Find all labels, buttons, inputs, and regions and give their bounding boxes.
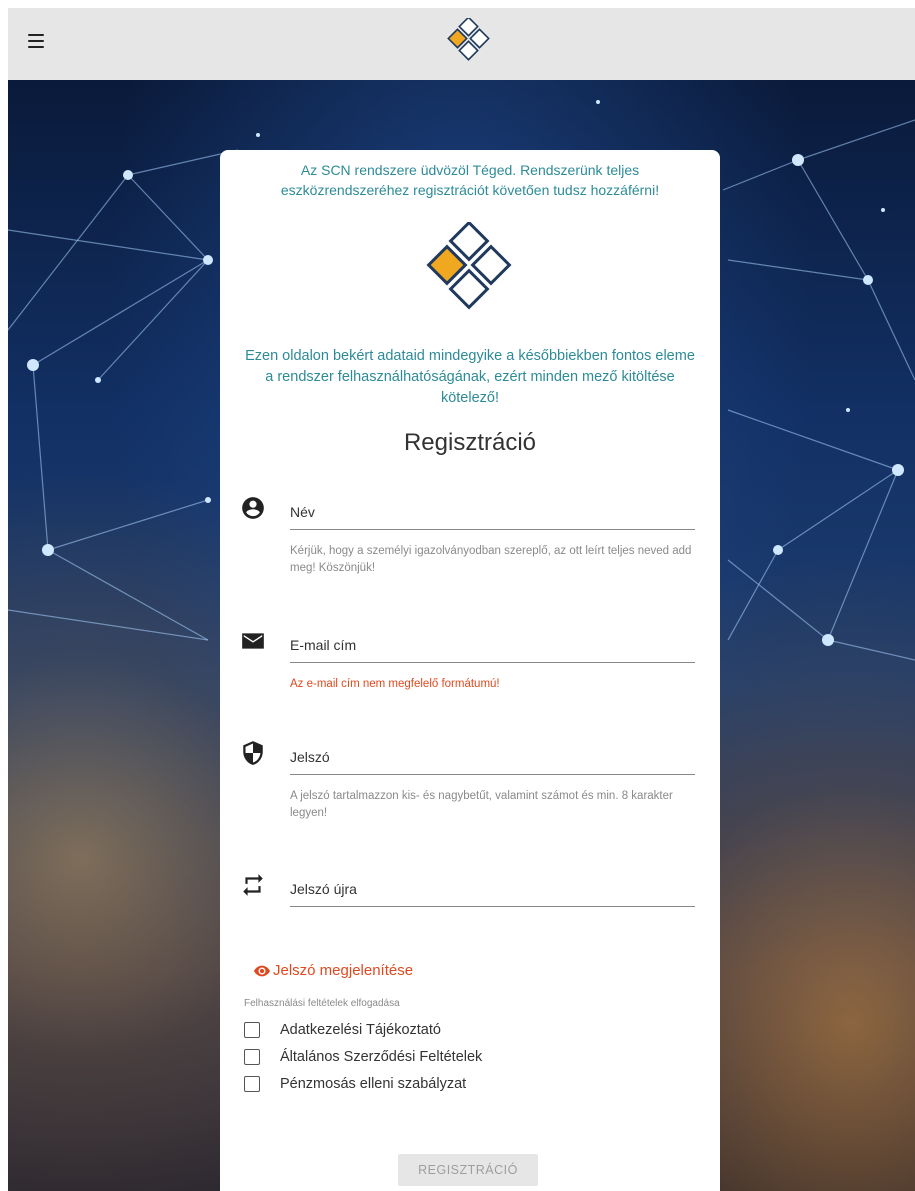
hamburger-icon[interactable] [28, 34, 44, 48]
show-password-toggle[interactable]: Jelszó megjelenítése [254, 962, 413, 979]
welcome-text: Az SCN rendszere üdvözöl Téged. Rendszer… [280, 162, 660, 198]
header-logo[interactable] [440, 16, 498, 75]
name-input[interactable] [290, 495, 695, 530]
password-repeat-field-group [240, 872, 700, 912]
scn-diamond-logo-icon [447, 16, 490, 61]
show-password-label: Jelszó megjelenítése [273, 962, 414, 979]
checkbox[interactable] [244, 1076, 260, 1092]
terms-item-general-terms[interactable]: Általános Szerződési Feltételek [244, 1049, 482, 1065]
password-input[interactable] [290, 740, 695, 775]
terms-heading: Felhasználási feltételek elfogadása [244, 998, 400, 1009]
checkbox[interactable] [244, 1022, 260, 1038]
repeat-icon [243, 874, 263, 896]
page: Az SCN rendszere üdvözöl Téged. Rendszer… [8, 8, 915, 1191]
page-title: Regisztráció [403, 429, 537, 456]
email-input[interactable] [290, 628, 695, 663]
name-field-group: Kérjük, hogy a személyi igazolványodban … [240, 495, 700, 595]
checkbox[interactable] [244, 1049, 260, 1065]
mail-icon [242, 633, 264, 649]
terms-item-label: Adatkezelési Tájékoztató [280, 1022, 441, 1038]
terms-item-label: Pénzmosás elleni szabályzat [280, 1076, 467, 1092]
eye-icon [254, 965, 270, 976]
register-button[interactable]: REGISZTRÁCIÓ [398, 1154, 538, 1186]
terms-item-label: Általános Szerződési Feltételek [280, 1049, 483, 1065]
shield-icon [243, 741, 263, 765]
top-bar [8, 8, 915, 80]
terms-item-privacy[interactable]: Adatkezelési Tájékoztató [244, 1022, 441, 1038]
email-field-group: Az e-mail cím nem megfelelő formátumú! [240, 628, 700, 698]
terms-item-aml-policy[interactable]: Pénzmosás elleni szabályzat [244, 1076, 466, 1092]
name-hint: Kérjük, hogy a személyi igazolványodban … [290, 545, 692, 574]
email-error: Az e-mail cím nem megfelelő formátumú! [290, 678, 500, 690]
password-repeat-input[interactable] [290, 872, 695, 907]
account-circle-icon [242, 497, 264, 519]
password-hint: A jelszó tartalmazzon kis- és nagybetűt,… [290, 790, 673, 819]
scn-diamond-logo-icon [426, 220, 512, 310]
info-text: Ezen oldalon bekért adataid mindegyike a… [245, 348, 695, 406]
card-logo [414, 220, 526, 327]
password-field-group: A jelszó tartalmazzon kis- és nagybetűt,… [240, 740, 700, 840]
registration-card: Az SCN rendszere üdvözöl Téged. Rendszer… [220, 150, 720, 1191]
